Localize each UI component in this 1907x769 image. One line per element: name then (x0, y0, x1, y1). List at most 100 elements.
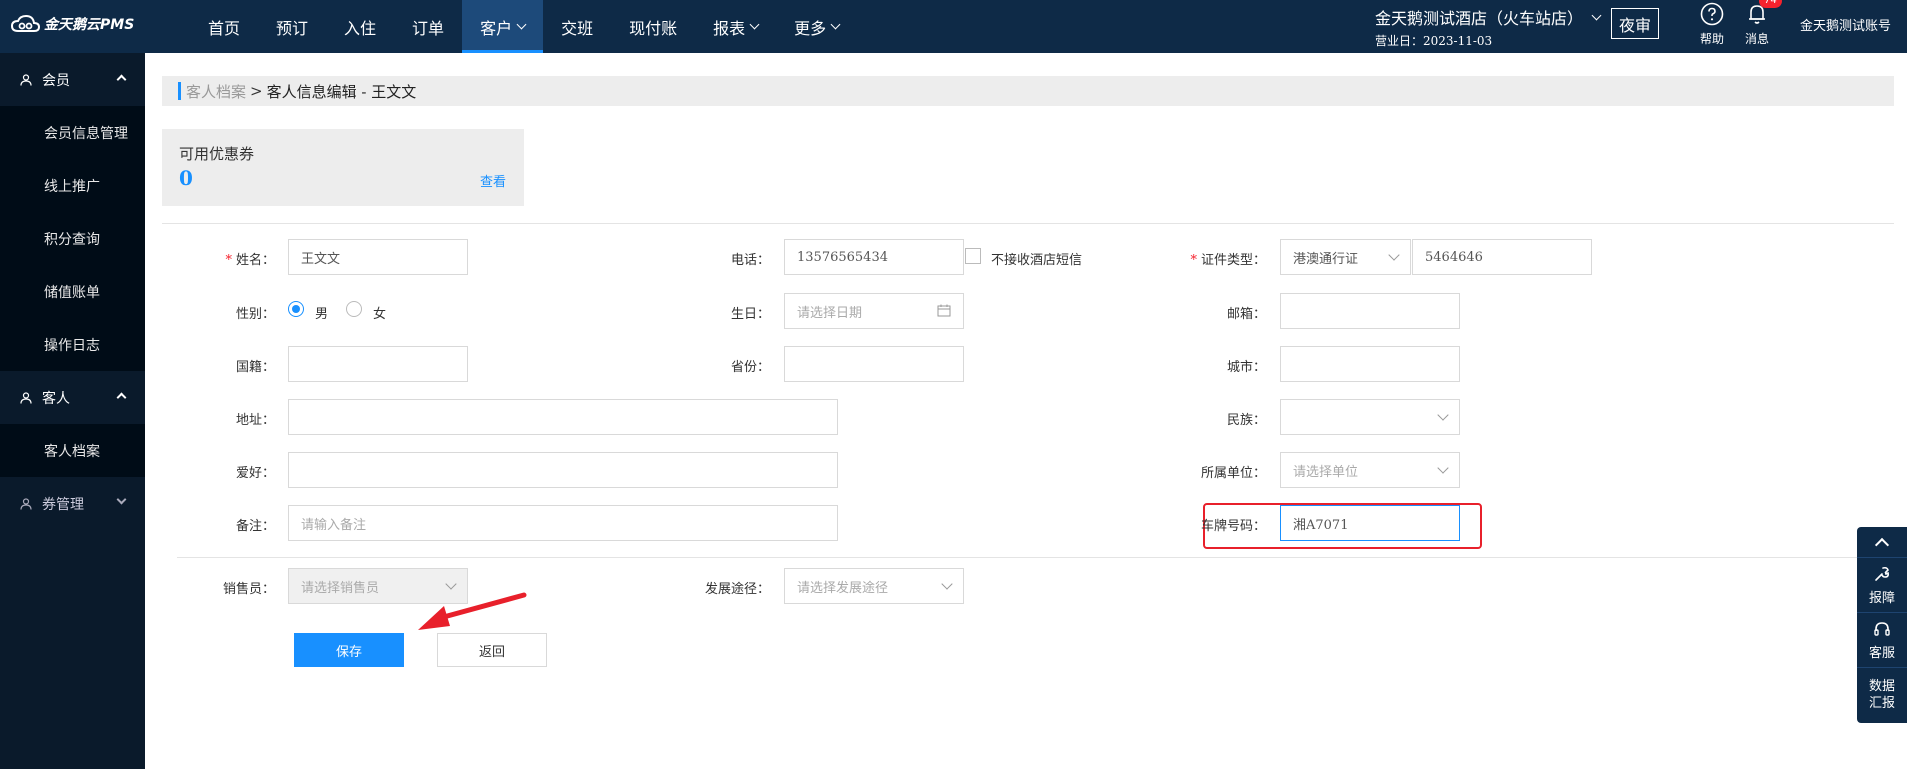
input-value: 港澳通行证 (1293, 251, 1359, 267)
nav-label: 入住 (344, 18, 377, 38)
top-bar: 金天鹅云PMS 首页 预订 入住 订单 客户 交班 现付账 报表 更多 金天鹅测… (0, 0, 1907, 53)
phone-label: 电话： (730, 253, 770, 268)
scroll-top-button[interactable] (1857, 527, 1907, 557)
chevron-down-icon (749, 19, 760, 30)
nav-reports[interactable]: 报表 (695, 0, 776, 53)
sidebar-item-label: 会员信息管理 (44, 125, 128, 142)
report-issue-button[interactable]: 报障 (1857, 557, 1907, 612)
nav-shift[interactable]: 交班 (543, 0, 611, 53)
messages-label: 消息 (1744, 32, 1769, 46)
input-placeholder: 请选择单位 (1293, 464, 1359, 480)
wrench-icon (1875, 566, 1889, 581)
sidebar-group-label: 会员 (42, 72, 70, 89)
data-report-button[interactable]: 数据 汇报 (1857, 667, 1907, 722)
view-coupons-link[interactable]: 查看 (480, 171, 506, 190)
logo-text: 金天鹅云PMS (44, 17, 135, 33)
nationality-input[interactable] (288, 346, 468, 382)
nav-checkin[interactable]: 入住 (326, 0, 394, 53)
ethnicity-select[interactable] (1280, 399, 1460, 435)
nav-label: 首页 (208, 18, 241, 38)
account-menu[interactable]: 金天鹅测试账号 (1800, 15, 1891, 34)
sidebar-group-guest[interactable]: 客人 (0, 371, 145, 424)
nav-label: 订单 (412, 18, 445, 38)
customer-service-button[interactable]: 客服 (1857, 612, 1907, 667)
chevron-down-icon (941, 578, 953, 590)
messages-button[interactable]: 74 消息 (1739, 0, 1782, 47)
nav-home[interactable]: 首页 (190, 0, 258, 53)
gender-female-radio[interactable] (346, 301, 362, 317)
address-input[interactable] (288, 399, 838, 435)
company-label: 所属单位： (1200, 466, 1266, 481)
chevron-down-icon (1437, 462, 1449, 474)
city-label: 城市： (1226, 360, 1266, 375)
name-label: * 姓名： (190, 249, 275, 268)
chevron-up-icon (116, 392, 127, 403)
nav-reservation[interactable]: 预订 (258, 0, 326, 53)
customer-service-label: 客服 (1868, 645, 1895, 661)
divider (162, 223, 1894, 224)
sidebar-item-guest-profile[interactable]: 客人档案 (0, 424, 145, 477)
input-placeholder: 请选择发展途径 (797, 580, 889, 596)
ethnicity-label: 民族： (1226, 413, 1266, 428)
cloud-logo-icon (10, 14, 40, 32)
nav-label: 更多 (794, 18, 827, 38)
sidebar-item-points-query[interactable]: 积分查询 (0, 212, 145, 265)
sidebar-group-member[interactable]: 会员 (0, 53, 145, 106)
sidebar-group-coupon[interactable]: 券管理 (0, 477, 145, 530)
back-button[interactable]: 返回 (437, 633, 547, 667)
phone-input[interactable]: 13576565434 (784, 239, 964, 275)
no-sms-label: 不接收酒店短信 (991, 253, 1083, 268)
id-type-select[interactable]: 港澳通行证 (1280, 239, 1411, 275)
remark-input[interactable]: 请输入备注 (288, 505, 838, 541)
hotel-selector[interactable]: 金天鹅测试酒店（火车站店） 营业日：2023-11-03 (1375, 5, 1602, 49)
nav-label: 现付账 (629, 18, 678, 38)
email-label: 邮箱： (1226, 307, 1266, 322)
breadcrumb: 客人档案 > 客人信息编辑 - 王文文 (162, 76, 1894, 106)
sidebar: 会员 会员信息管理 线上推广 积分查询 储值账单 操作日志 客人 客人档案 券管… (0, 53, 145, 769)
sales-label: 销售员： (222, 582, 275, 597)
name-input[interactable]: 王文文 (288, 239, 468, 275)
required-mark: * (1190, 253, 1197, 268)
birthday-datepicker[interactable]: 请选择日期 (784, 293, 964, 329)
coupon-count: 0 (179, 166, 193, 190)
night-audit-button[interactable]: 夜审 (1611, 8, 1659, 39)
email-input[interactable] (1280, 293, 1460, 329)
chevron-down-icon (1388, 249, 1400, 261)
company-select[interactable]: 请选择单位 (1280, 452, 1460, 488)
remark-label: 备注： (235, 519, 275, 534)
save-button[interactable]: 保存 (294, 633, 404, 667)
input-placeholder: 请输入备注 (301, 517, 367, 533)
nav-cash-account[interactable]: 现付账 (611, 0, 695, 53)
address-label: 地址： (235, 413, 275, 428)
input-placeholder: 请选择销售员 (301, 580, 380, 596)
sidebar-item-stored-value[interactable]: 储值账单 (0, 265, 145, 318)
hobby-input[interactable] (288, 452, 838, 488)
nav-customers[interactable]: 客户 (462, 0, 544, 53)
input-value: 13576565434 (797, 249, 888, 265)
sidebar-item-operation-log[interactable]: 操作日志 (0, 318, 145, 371)
source-select[interactable]: 请选择发展途径 (784, 568, 964, 604)
chevron-down-icon (116, 494, 127, 505)
nav-label: 报表 (713, 18, 746, 38)
coupon-title: 可用优惠券 (179, 145, 255, 163)
no-sms-checkbox[interactable] (965, 248, 981, 264)
gender-male-radio[interactable] (288, 301, 304, 317)
plate-label: 车牌号码： (1200, 519, 1266, 534)
nav-more[interactable]: 更多 (776, 0, 857, 53)
plate-number-input[interactable]: 湘A7071 (1280, 505, 1460, 541)
logo[interactable]: 金天鹅云PMS (10, 14, 134, 34)
sidebar-item-label: 储值账单 (44, 284, 100, 301)
chevron-up-icon (116, 74, 127, 85)
help-button[interactable]: 帮助 (1694, 2, 1730, 47)
sidebar-item-online-promotion[interactable]: 线上推广 (0, 159, 145, 212)
id-number-input[interactable]: 5464646 (1412, 239, 1592, 275)
breadcrumb-guest-profile[interactable]: 客人档案 (186, 81, 246, 102)
nav-orders[interactable]: 订单 (394, 0, 462, 53)
province-input[interactable] (784, 346, 964, 382)
chevron-down-icon (830, 19, 841, 30)
input-value: 湘A7071 (1293, 517, 1349, 533)
city-input[interactable] (1280, 346, 1460, 382)
sidebar-item-member-info[interactable]: 会员信息管理 (0, 106, 145, 159)
required-mark: * (225, 253, 232, 268)
chevron-down-icon (516, 19, 527, 30)
